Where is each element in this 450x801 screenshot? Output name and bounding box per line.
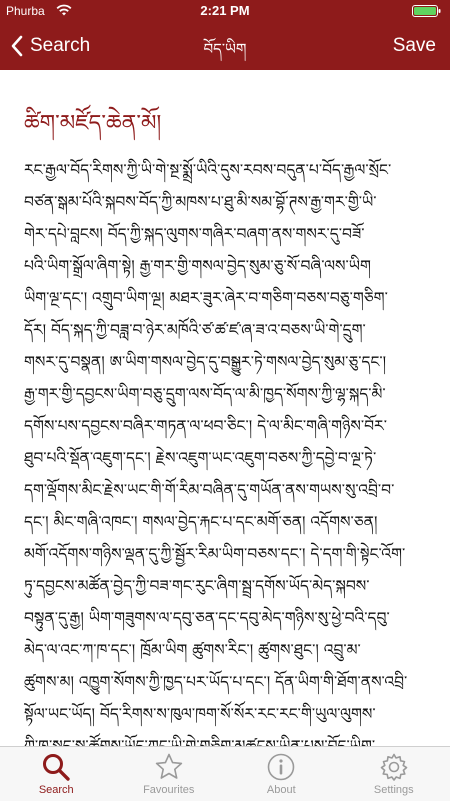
entry-title: ཚིག་མཛོད་ཆེན་མོ། [24, 98, 161, 160]
entry-text-line: དག་ལྡོགས་མིང་རྗེས་ཡང་གི་གོ་རིམ་བཞིན་དུ་ག… [24, 474, 428, 506]
entry-text-line: དགོས་པས་དབྱངས་བཞིར་གཏན་ལ་ཕབ་ཅིང་། དེ་ལ་མ… [24, 410, 428, 442]
entry-text-line: གེར་དཔེ་བླངས། བོད་ཀྱི་སྐད་ལུགས་གཞིར་བཞག་… [24, 218, 428, 250]
search-icon [41, 752, 71, 782]
entry-text-line: དོར། བོད་སྐད་ཀྱི་བཟླ་བ་ཉེར་མཁོའི་ཙ་ཚ་ཛ་ཞ… [24, 314, 428, 346]
tab-bar: Search Favourites About Settings [0, 746, 450, 801]
nav-title: བོད་ཡིག [120, 33, 330, 75]
entry-text-line: ཚུགས་མ། འཁྱུག་སོགས་ཀྱི་ཁྱད་པར་ཡོད་པ་དང་།… [24, 666, 428, 698]
entry-text-line: རང་རྒྱལ་བོད་རིགས་ཀྱི་ཡི་གེ་སྔ་སྨྲོ་ཡིའི་… [24, 154, 428, 186]
entry-text-line: སྟོལ་ཡང་ཡོད། བོད་རིགས་ས་ཁུལ་ཁག་སོ་སོར་རང… [24, 698, 428, 730]
entry-text-line: གསར་དུ་བསྣན། ཨ་ཡིག་གསལ་བྱེད་དུ་བསྒྱུར་ཏེ… [24, 346, 428, 378]
tab-settings-label: Settings [374, 784, 414, 796]
chevron-left-icon [10, 35, 24, 57]
battery-icon [412, 5, 442, 17]
entry-body: རང་རྒྱལ་བོད་རིགས་ཀྱི་ཡི་གེ་སྔ་སྨྲོ་ཡིའི་… [24, 154, 428, 746]
info-icon [266, 752, 296, 782]
save-button[interactable]: Save [393, 35, 436, 57]
tab-search[interactable]: Search [0, 747, 113, 801]
entry-text-line: མེད་ལ་འང་ཀ་ཁ་དང་། ཁྲོམ་ཡིག ཚུགས་རིང་། ཚུ… [24, 634, 428, 666]
star-icon [154, 752, 184, 782]
back-button-label: Search [30, 35, 90, 57]
entry-text-line: རྒྱ་གར་གྱི་དབྱངས་ཡིག་བཅུ་དྲུག་ལས་བོད་ལ་མ… [24, 378, 428, 410]
gear-icon [379, 752, 409, 782]
entry-text-line: ཐུབ་པའི་སྡོན་འཇུག་དང་། རྗེས་འཇུག་ཡང་འཇུག… [24, 442, 428, 474]
status-bar: Phurba 2:21 PM [0, 0, 450, 22]
entry-text-line: ཏུ་དབྱངས་མཚོན་བྱེད་ཀྱི་བཟ་གང་རུང་ཞིག་སྦྲ… [24, 570, 428, 602]
tab-favourites-label: Favourites [143, 784, 194, 796]
entry-text-line: པའི་ཡིག་སྒྲོལ་ཞིག་སྟེ། རྒྱ་གར་གྱི་གསལ་བྱ… [24, 250, 428, 282]
navigation-bar: Search བོད་ཡིག Save [0, 22, 450, 70]
tab-about[interactable]: About [225, 747, 338, 801]
entry-text-line: མགོ་འདོགས་གཉིས་ལྡན་དུ་ཀྱི་སྦྱོར་རིམ་ཡིག་… [24, 538, 428, 570]
entry-text-line: བཙན་སྒམ་པོའི་སྐབས་བོད་ཀྱི་མཁས་པ་ཐུ་མི་སམ… [24, 186, 428, 218]
entry-text-line: དང་། མིང་གཞི་འཁང་། གསལ་བྱེད་རྐང་པ་དང་མགོ… [24, 506, 428, 538]
status-time: 2:21 PM [0, 3, 450, 18]
entry-content[interactable]: ཚིག་མཛོད་ཆེན་མོ། རང་རྒྱལ་བོད་རིགས་ཀྱི་ཡི… [0, 70, 450, 746]
tab-favourites[interactable]: Favourites [113, 747, 226, 801]
entry-text-line: ཡིག་ལྔ་དང་། འགྲུབ་ཡིག་ལྔ། མཐར་ཟུར་ཞེར་བ་… [24, 282, 428, 314]
tab-about-label: About [267, 784, 296, 796]
tab-search-label: Search [39, 784, 74, 796]
entry-text-line: ཀྱི་ཁ་སྐད་སྣ་ཚོགས་ཡོད་ཀྱང་ཡི་གེ་གཅིག་མཚུ… [24, 730, 428, 746]
tab-settings[interactable]: Settings [338, 747, 450, 801]
back-button[interactable]: Search [10, 32, 90, 60]
entry-text-line: བསྟུན་དུ་རྒྱ། ཡིག་གཟུགས་ལ་དབུ་ཅན་དང་དབུ་… [24, 602, 428, 634]
